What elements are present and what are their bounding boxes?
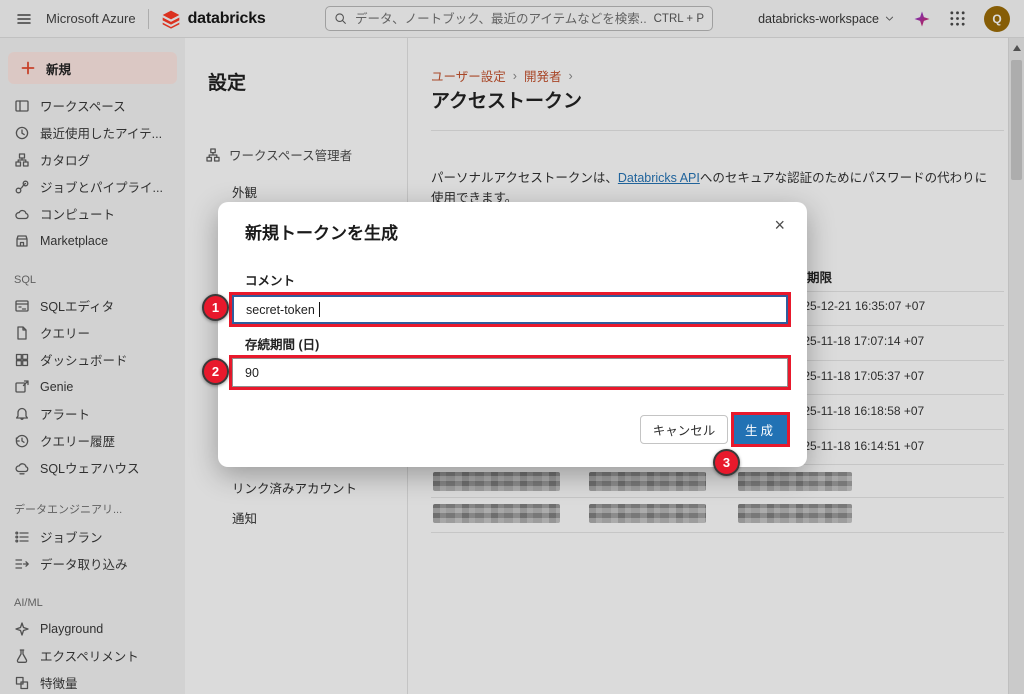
generate-token-modal: 新規トークンを生成 × コメント 存続期間 (日) キャンセル 生成 — [218, 202, 807, 467]
generate-button[interactable]: 生成 — [734, 415, 787, 444]
modal-title: 新規トークンを生成 — [245, 219, 398, 244]
annotation-step-3: 3 — [713, 449, 740, 476]
cancel-button[interactable]: キャンセル — [640, 415, 728, 444]
annotation-box-lifetime — [229, 355, 791, 390]
comment-input[interactable] — [232, 295, 788, 324]
lifetime-input[interactable] — [232, 358, 788, 387]
close-icon[interactable]: × — [774, 216, 785, 234]
annotation-box-comment — [229, 292, 791, 327]
app-window: Microsoft Azure databricks CTRL + P data… — [0, 0, 1024, 694]
comment-label: コメント — [245, 270, 295, 289]
text-caret — [319, 302, 320, 317]
annotation-step-1: 1 — [202, 294, 229, 321]
annotation-step-2: 2 — [202, 358, 229, 385]
lifetime-label: 存続期間 (日) — [245, 334, 319, 353]
